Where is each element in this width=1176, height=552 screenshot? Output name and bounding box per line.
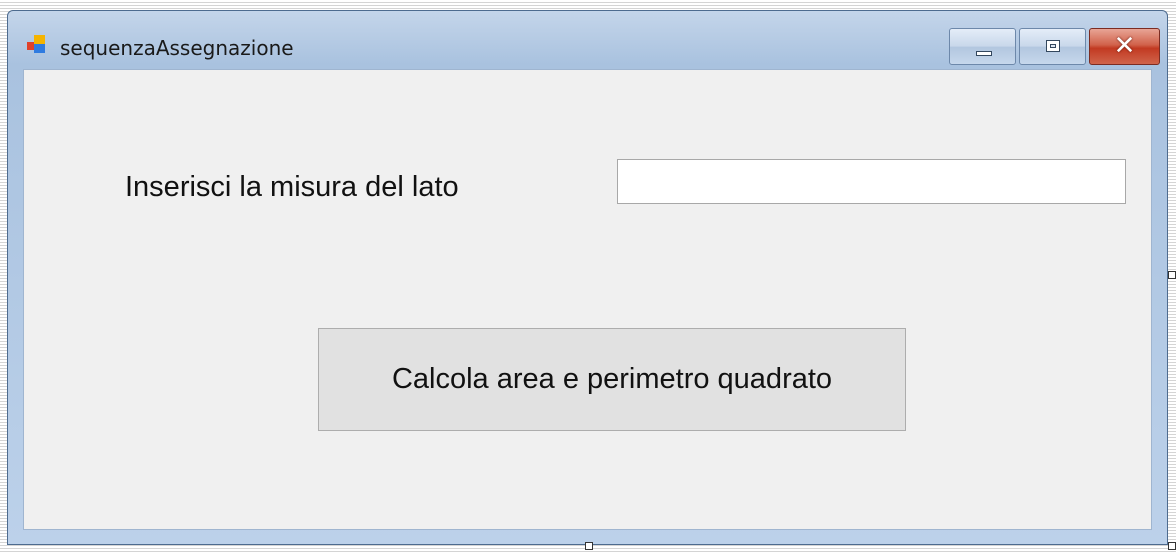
window-title: sequenzaAssegnazione — [60, 36, 294, 60]
minimize-icon — [976, 51, 992, 56]
app-icon — [27, 35, 45, 53]
side-length-label: Inserisci la misura del lato — [125, 171, 459, 203]
resize-handle-right[interactable] — [1168, 271, 1176, 279]
minimize-button[interactable] — [949, 28, 1016, 65]
maximize-button[interactable] — [1019, 28, 1086, 65]
form-window: sequenzaAssegnazione ✕ Inserisci la misu… — [7, 10, 1168, 545]
calculate-button[interactable]: Calcola area e perimetro quadrato — [318, 328, 906, 431]
close-icon: ✕ — [1113, 31, 1136, 61]
close-button[interactable]: ✕ — [1089, 28, 1160, 65]
resize-handle-corner[interactable] — [1168, 542, 1176, 550]
side-length-input[interactable] — [617, 159, 1126, 204]
form-client-area: Inserisci la misura del lato Calcola are… — [23, 69, 1152, 530]
title-bar[interactable]: sequenzaAssegnazione ✕ — [8, 11, 1167, 69]
maximize-icon — [1046, 40, 1060, 52]
resize-handle-bottom[interactable] — [585, 542, 593, 550]
